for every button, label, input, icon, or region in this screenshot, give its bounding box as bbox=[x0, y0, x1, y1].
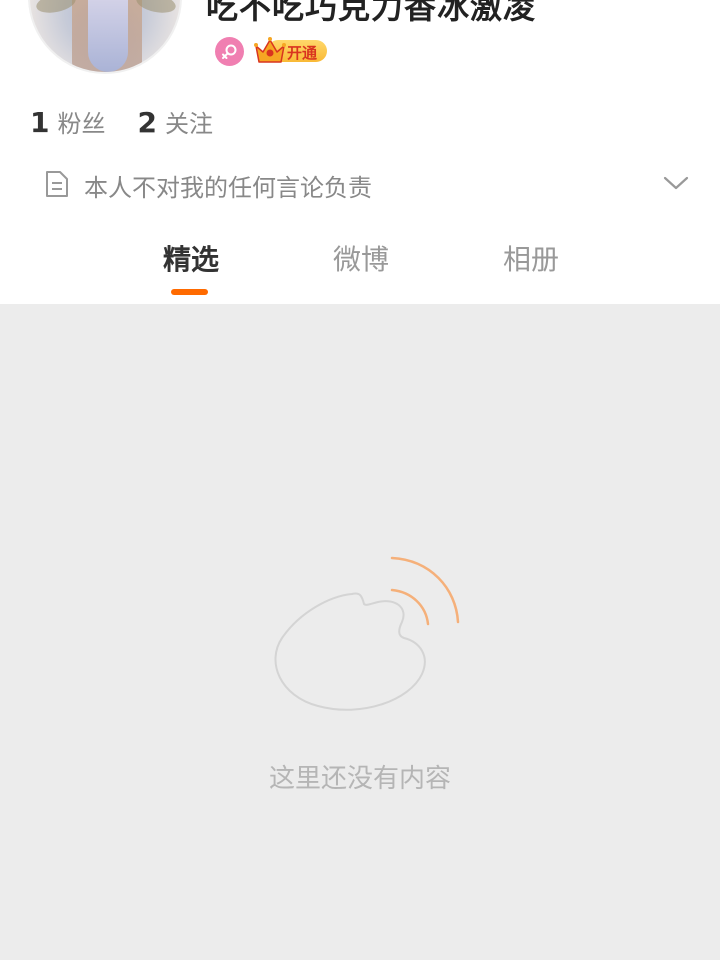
bio-text: 本人不对我的任何言论负责 bbox=[84, 174, 372, 202]
active-tab-indicator bbox=[171, 289, 208, 295]
username: 吃不吃巧克力香冰激凌 bbox=[206, 0, 537, 26]
avatar-figure bbox=[88, 0, 128, 72]
tab-weibo[interactable]: 微博 bbox=[333, 238, 389, 278]
vip-open-button[interactable]: 开通 bbox=[253, 36, 329, 66]
weibo-logo-icon bbox=[274, 556, 460, 711]
profile-header: 吃不吃巧克力香冰激凌 开通 1 粉丝 2 关注 本人不对我的任何言论负责 精选 … bbox=[0, 0, 720, 304]
profile-tabs: 精选 微博 相册 bbox=[0, 238, 720, 298]
avatar[interactable] bbox=[28, 0, 182, 74]
crown-icon bbox=[254, 37, 286, 63]
female-icon bbox=[215, 37, 244, 66]
empty-state-message: 这里还没有内容 bbox=[268, 764, 451, 794]
fans-label: 粉丝 bbox=[57, 110, 106, 138]
fans-count: 1 bbox=[30, 106, 50, 139]
following-count: 2 bbox=[137, 106, 157, 139]
following-stat[interactable]: 2 关注 bbox=[137, 104, 212, 139]
profile-stats: 1 粉丝 2 关注 bbox=[30, 104, 213, 140]
tab-album[interactable]: 相册 bbox=[503, 238, 559, 278]
chevron-down-icon[interactable] bbox=[662, 174, 690, 192]
profile-page: 吃不吃巧克力香冰激凌 开通 1 粉丝 2 关注 本人不对我的任何言论负责 精选 … bbox=[0, 0, 720, 960]
vip-label: 开通 bbox=[287, 44, 318, 62]
document-icon bbox=[46, 171, 68, 197]
fans-stat[interactable]: 1 粉丝 bbox=[30, 104, 105, 139]
bio-row[interactable]: 本人不对我的任何言论负责 bbox=[44, 164, 694, 204]
following-label: 关注 bbox=[164, 110, 213, 138]
avatar-wing-left bbox=[34, 0, 78, 16]
tab-featured[interactable]: 精选 bbox=[163, 238, 219, 278]
